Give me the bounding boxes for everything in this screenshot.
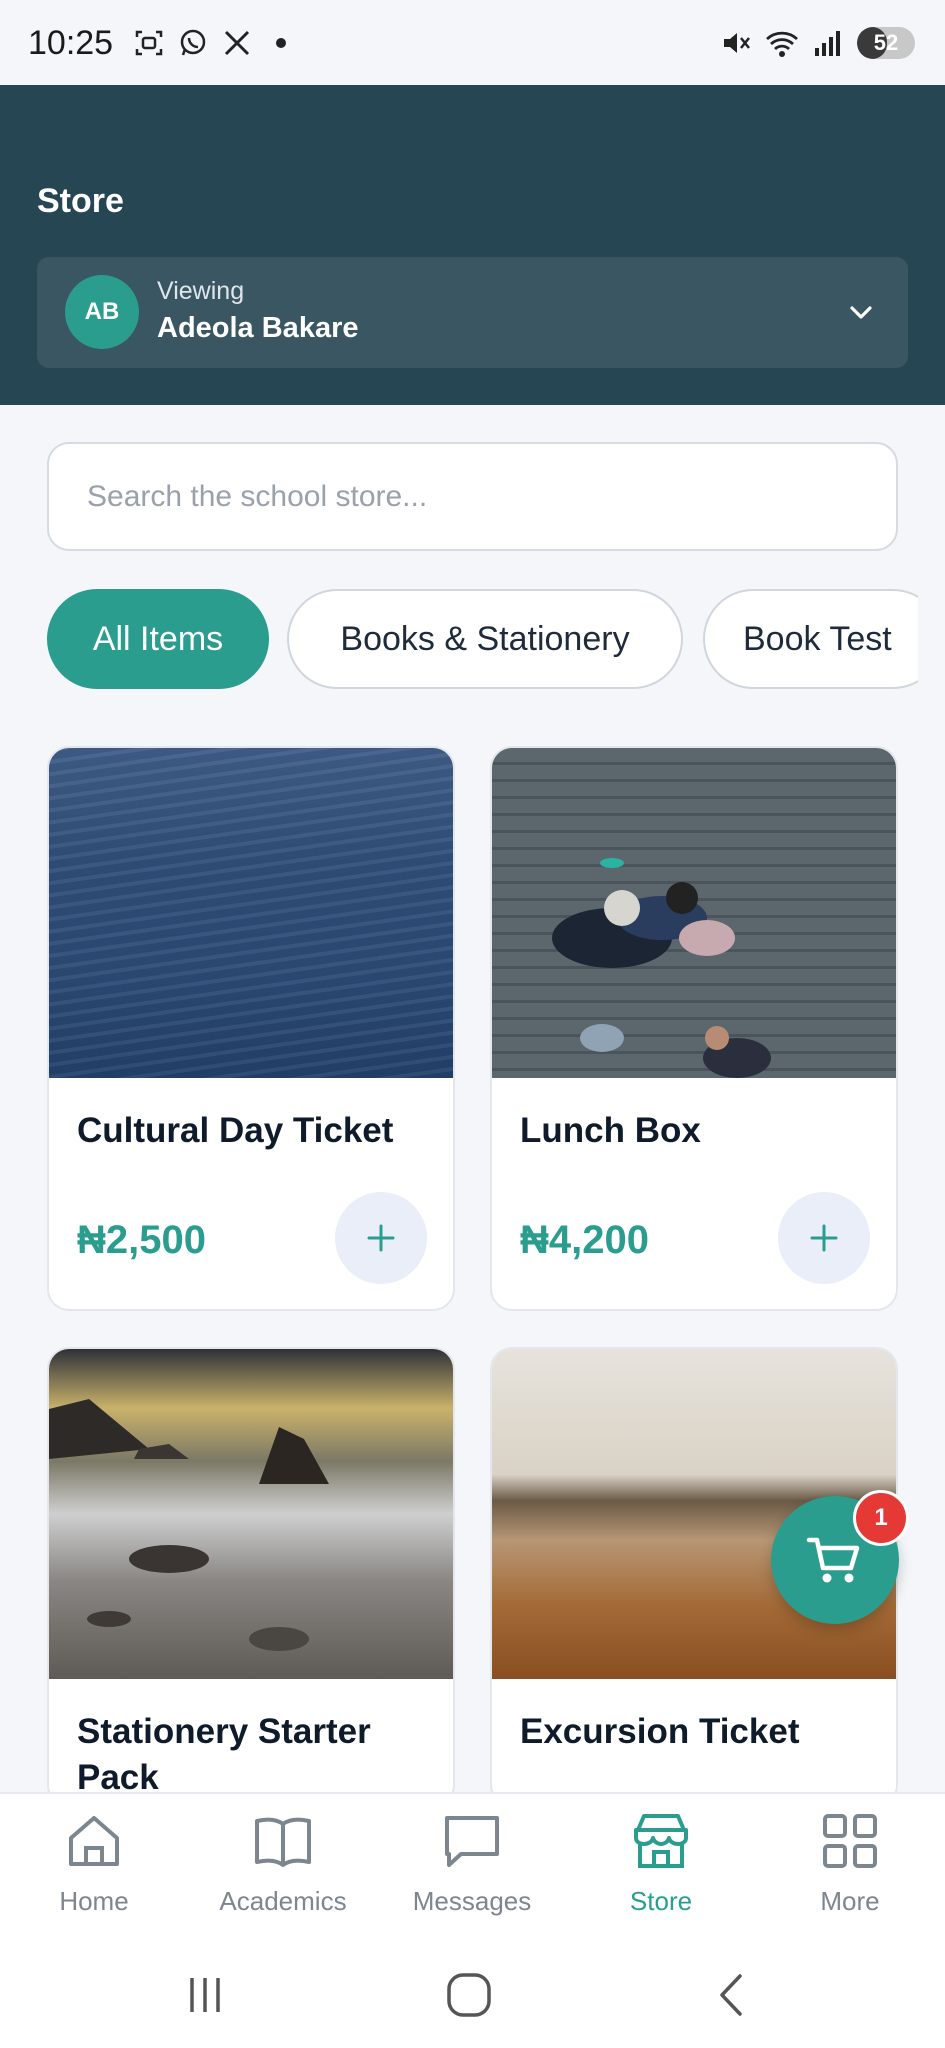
nav-label: More (820, 1886, 880, 1916)
status-bar: 10:25 52 (0, 0, 945, 85)
chip-books-stationery[interactable]: Books & Stationery (287, 589, 683, 689)
people-figures (552, 858, 771, 1078)
store-icon (634, 1814, 688, 1868)
battery-level: 52 (873, 30, 899, 55)
mute-icon (719, 26, 753, 60)
nav-store[interactable]: Store (576, 1810, 746, 1917)
chip-book-test[interactable]: Book Test (703, 589, 918, 689)
product-image (49, 748, 453, 1078)
system-nav-bar (0, 1938, 945, 2048)
nav-label: Academics (219, 1886, 347, 1916)
nav-label: Messages (412, 1886, 532, 1916)
product-title: Lunch Box (520, 1111, 701, 1150)
viewer-name: Adeola Bakare (157, 312, 359, 344)
nav-label: Store (629, 1886, 693, 1916)
back-button[interactable] (698, 1960, 768, 2030)
student-selector[interactable]: AB Viewing Adeola Bakare (37, 257, 908, 368)
add-to-cart-button[interactable] (335, 1192, 427, 1284)
category-filters: All Items Books & Stationery Book Test (47, 589, 918, 689)
product-title: Stationery Starter Pack (77, 1712, 371, 1797)
status-time: 10:25 (28, 24, 114, 62)
chevron-down-icon (844, 295, 878, 329)
page-title: Store (37, 182, 124, 220)
product-title: Cultural Day Ticket (77, 1111, 394, 1150)
product-card[interactable]: Lunch Box ₦4,200 (490, 746, 898, 1311)
rocks-shapes (49, 1399, 329, 1651)
product-price: ₦4,200 (520, 1218, 649, 1262)
search-input[interactable] (87, 444, 867, 549)
nav-messages[interactable]: Messages (387, 1810, 557, 1917)
chip-all-items[interactable]: All Items (47, 589, 269, 689)
product-image (49, 1349, 453, 1679)
screenshot-icon (132, 26, 166, 60)
wifi-icon (765, 26, 799, 60)
plus-icon (810, 1224, 838, 1252)
recent-apps-button[interactable] (170, 1960, 240, 2030)
nav-label: Home (59, 1886, 129, 1916)
product-image (492, 748, 896, 1078)
cart-count-badge: 1 (853, 1490, 909, 1546)
grid-icon (823, 1814, 877, 1868)
product-card[interactable]: Stationery Starter Pack (47, 1347, 455, 1807)
dot-icon (264, 26, 298, 60)
product-price: ₦2,500 (77, 1218, 206, 1262)
nav-academics[interactable]: Academics (198, 1810, 368, 1917)
notification-icons (132, 26, 298, 60)
message-icon (445, 1816, 499, 1867)
system-icons: 52 (719, 26, 915, 60)
cart-icon (806, 1537, 860, 1583)
back-icon (720, 1974, 742, 2016)
book-icon (255, 1817, 311, 1867)
viewer-label: Viewing (157, 277, 245, 305)
home-circle-icon (447, 1973, 491, 2017)
recent-apps-icon (190, 1978, 220, 2012)
product-card[interactable]: Cultural Day Ticket ₦2,500 (47, 746, 455, 1311)
x-icon (220, 26, 254, 60)
nav-more[interactable]: More (765, 1810, 935, 1917)
avatar: AB (65, 275, 139, 349)
nav-home[interactable]: Home (9, 1810, 179, 1917)
battery-indicator: 52 (857, 27, 915, 59)
bottom-nav: Home Academics Messages Store More (0, 1792, 945, 1938)
store-header: Store AB Viewing Adeola Bakare (0, 85, 945, 405)
search-box (47, 442, 898, 551)
plus-icon (367, 1224, 395, 1252)
home-system-button[interactable] (434, 1960, 504, 2030)
signal-icon (811, 26, 845, 60)
whatsapp-icon (176, 26, 210, 60)
product-title: Excursion Ticket (520, 1712, 800, 1751)
home-icon (69, 1816, 119, 1866)
add-to-cart-button[interactable] (778, 1192, 870, 1284)
